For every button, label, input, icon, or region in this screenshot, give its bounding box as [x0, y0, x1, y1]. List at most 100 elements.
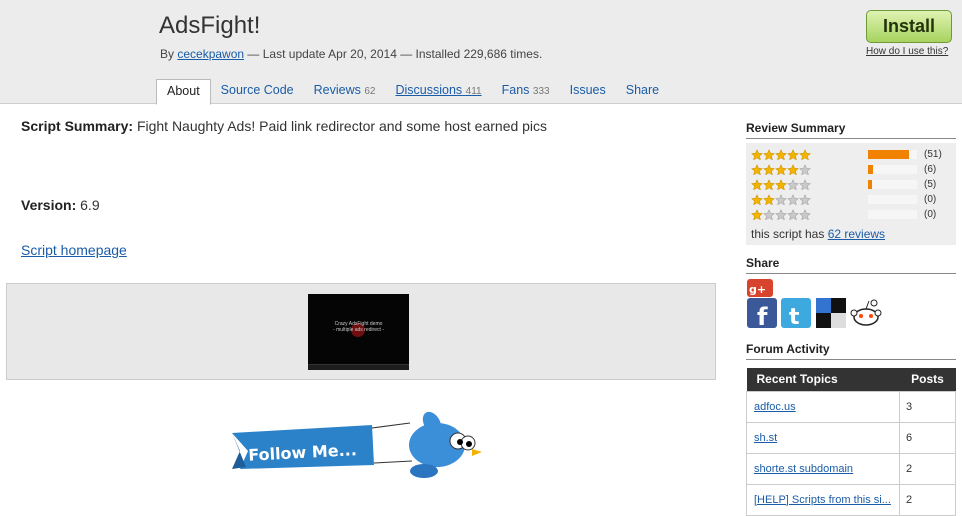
star-icon [787, 208, 799, 220]
star-icon [763, 193, 775, 205]
tab-fans[interactable]: Fans 333 [492, 79, 560, 104]
author-link[interactable]: cecekpawon [177, 47, 244, 61]
star-icon [799, 163, 811, 175]
review-summary-box: (51) (6) (5) (0) (0) this script has 62 revi… [746, 143, 956, 245]
star-icon [787, 148, 799, 160]
rating-count: (51) [924, 149, 942, 160]
facebook-icon[interactable]: f [746, 297, 778, 329]
reviews-count: 62 [364, 86, 376, 97]
star-icon [775, 178, 787, 190]
rating-row: (5) [751, 177, 951, 192]
star-icon [787, 163, 799, 175]
topic-post-count: 2 [899, 452, 956, 485]
discussions-count: 411 [465, 86, 482, 97]
rating-row: (0) [751, 192, 951, 207]
table-row: adfoc.us 3 [746, 390, 956, 423]
video-container: Crazy AdsFight demo - multiple ads redir… [6, 283, 716, 380]
rating-bar-fill [868, 165, 873, 174]
star-rating [751, 208, 811, 221]
tab-about[interactable]: About [156, 79, 211, 105]
star-rating [751, 193, 811, 206]
star-icon [763, 178, 775, 190]
rating-bar-fill [868, 180, 872, 189]
rating-bar [868, 210, 917, 219]
star-rating [751, 163, 811, 176]
review-summary-title: Review Summary [746, 121, 956, 139]
google-plus-icon[interactable]: g+ [746, 278, 776, 298]
star-icon [775, 163, 787, 175]
tab-issues[interactable]: Issues [560, 79, 616, 104]
star-icon [751, 178, 763, 190]
star-rating [751, 178, 811, 191]
rating-bar [868, 195, 917, 204]
topic-link[interactable]: sh.st [754, 432, 777, 444]
version-value: 6.9 [80, 197, 100, 213]
summary-text: Fight Naughty Ads! Paid link redirector … [136, 118, 548, 134]
how-to-use-link[interactable]: How do I use this? [866, 46, 948, 57]
tab-reviews[interactable]: Reviews 62 [304, 79, 386, 104]
tab-share[interactable]: Share [616, 79, 669, 104]
script-meta: By cecekpawon — Last update Apr 20, 2014… [160, 47, 542, 61]
svg-text:g+: g+ [749, 283, 766, 296]
star-rating [751, 148, 811, 161]
script-homepage-link[interactable]: Script homepage [21, 242, 127, 258]
reviews-link[interactable]: 62 reviews [828, 227, 885, 241]
rating-count: (6) [924, 164, 937, 175]
meta-info: — Last update Apr 20, 2014 — Installed 2… [247, 47, 543, 61]
star-icon [763, 148, 775, 160]
forum-header-row: Recent Topics Posts [746, 368, 956, 391]
star-icon [799, 208, 811, 220]
star-icon [787, 193, 799, 205]
install-button[interactable]: Install [866, 10, 952, 43]
delicious-icon[interactable] [815, 297, 847, 329]
rating-bar [868, 150, 917, 159]
summary-label: Script Summary: [21, 118, 134, 134]
star-icon [799, 178, 811, 190]
star-icon [751, 193, 763, 205]
star-icon [787, 178, 799, 190]
star-icon [751, 163, 763, 175]
topic-link[interactable]: adfoc.us [754, 401, 796, 413]
version-line: Version: 6.9 [21, 197, 100, 213]
forum-table: Recent Topics Posts adfoc.us 3 sh.st 6 s… [746, 368, 956, 516]
twitter-icon[interactable]: t [780, 297, 812, 329]
rating-count: (0) [924, 194, 937, 205]
tab-source-code[interactable]: Source Code [211, 79, 304, 104]
star-icon [775, 193, 787, 205]
rating-count: (5) [924, 179, 937, 190]
script-header: AdsFight! By cecekpawon — Last update Ap… [0, 0, 962, 105]
rating-row: (51) [751, 147, 951, 162]
star-icon [775, 148, 787, 160]
video-controls-bar[interactable] [308, 364, 409, 370]
star-icon [775, 208, 787, 220]
star-icon [799, 148, 811, 160]
review-count-line: this script has 62 reviews [751, 227, 886, 241]
topic-link[interactable]: [HELP] Scripts from this si... [754, 494, 891, 506]
main-content: Script Summary: Fight Naughty Ads! Paid … [0, 105, 730, 508]
demo-video-player[interactable]: Crazy AdsFight demo - multiple ads redir… [308, 294, 409, 370]
star-icon [763, 208, 775, 220]
star-icon [751, 148, 763, 160]
sidebar: Review Summary (51) (6) (5) (0) (0) this scr… [746, 105, 956, 516]
recent-topics-header: Recent Topics [746, 368, 900, 391]
rating-row: (6) [751, 162, 951, 177]
script-title: AdsFight! [159, 12, 261, 39]
svg-text:f: f [757, 303, 768, 329]
script-summary: Script Summary: Fight Naughty Ads! Paid … [21, 118, 547, 134]
reddit-icon[interactable] [849, 297, 885, 329]
share-title: Share [746, 256, 956, 274]
table-row: sh.st 6 [746, 421, 956, 454]
by-label: By [160, 47, 175, 61]
video-caption: Crazy AdsFight demo - multiple ads redir… [333, 321, 384, 333]
share-icons: g+ f t [746, 278, 956, 334]
topic-link[interactable]: shorte.st subdomain [754, 463, 853, 475]
tab-discussions[interactable]: Discussions 411 [386, 79, 492, 104]
rating-bar [868, 165, 917, 174]
star-icon [763, 163, 775, 175]
forum-activity-title: Forum Activity [746, 342, 956, 360]
topic-post-count: 2 [899, 483, 956, 516]
topic-post-count: 3 [899, 390, 956, 423]
script-tabs: About Source Code Reviews 62 Discussions… [156, 79, 669, 105]
rating-bar-fill [868, 150, 910, 159]
follow-me-bird-image[interactable]: Follow Me... [232, 403, 482, 493]
